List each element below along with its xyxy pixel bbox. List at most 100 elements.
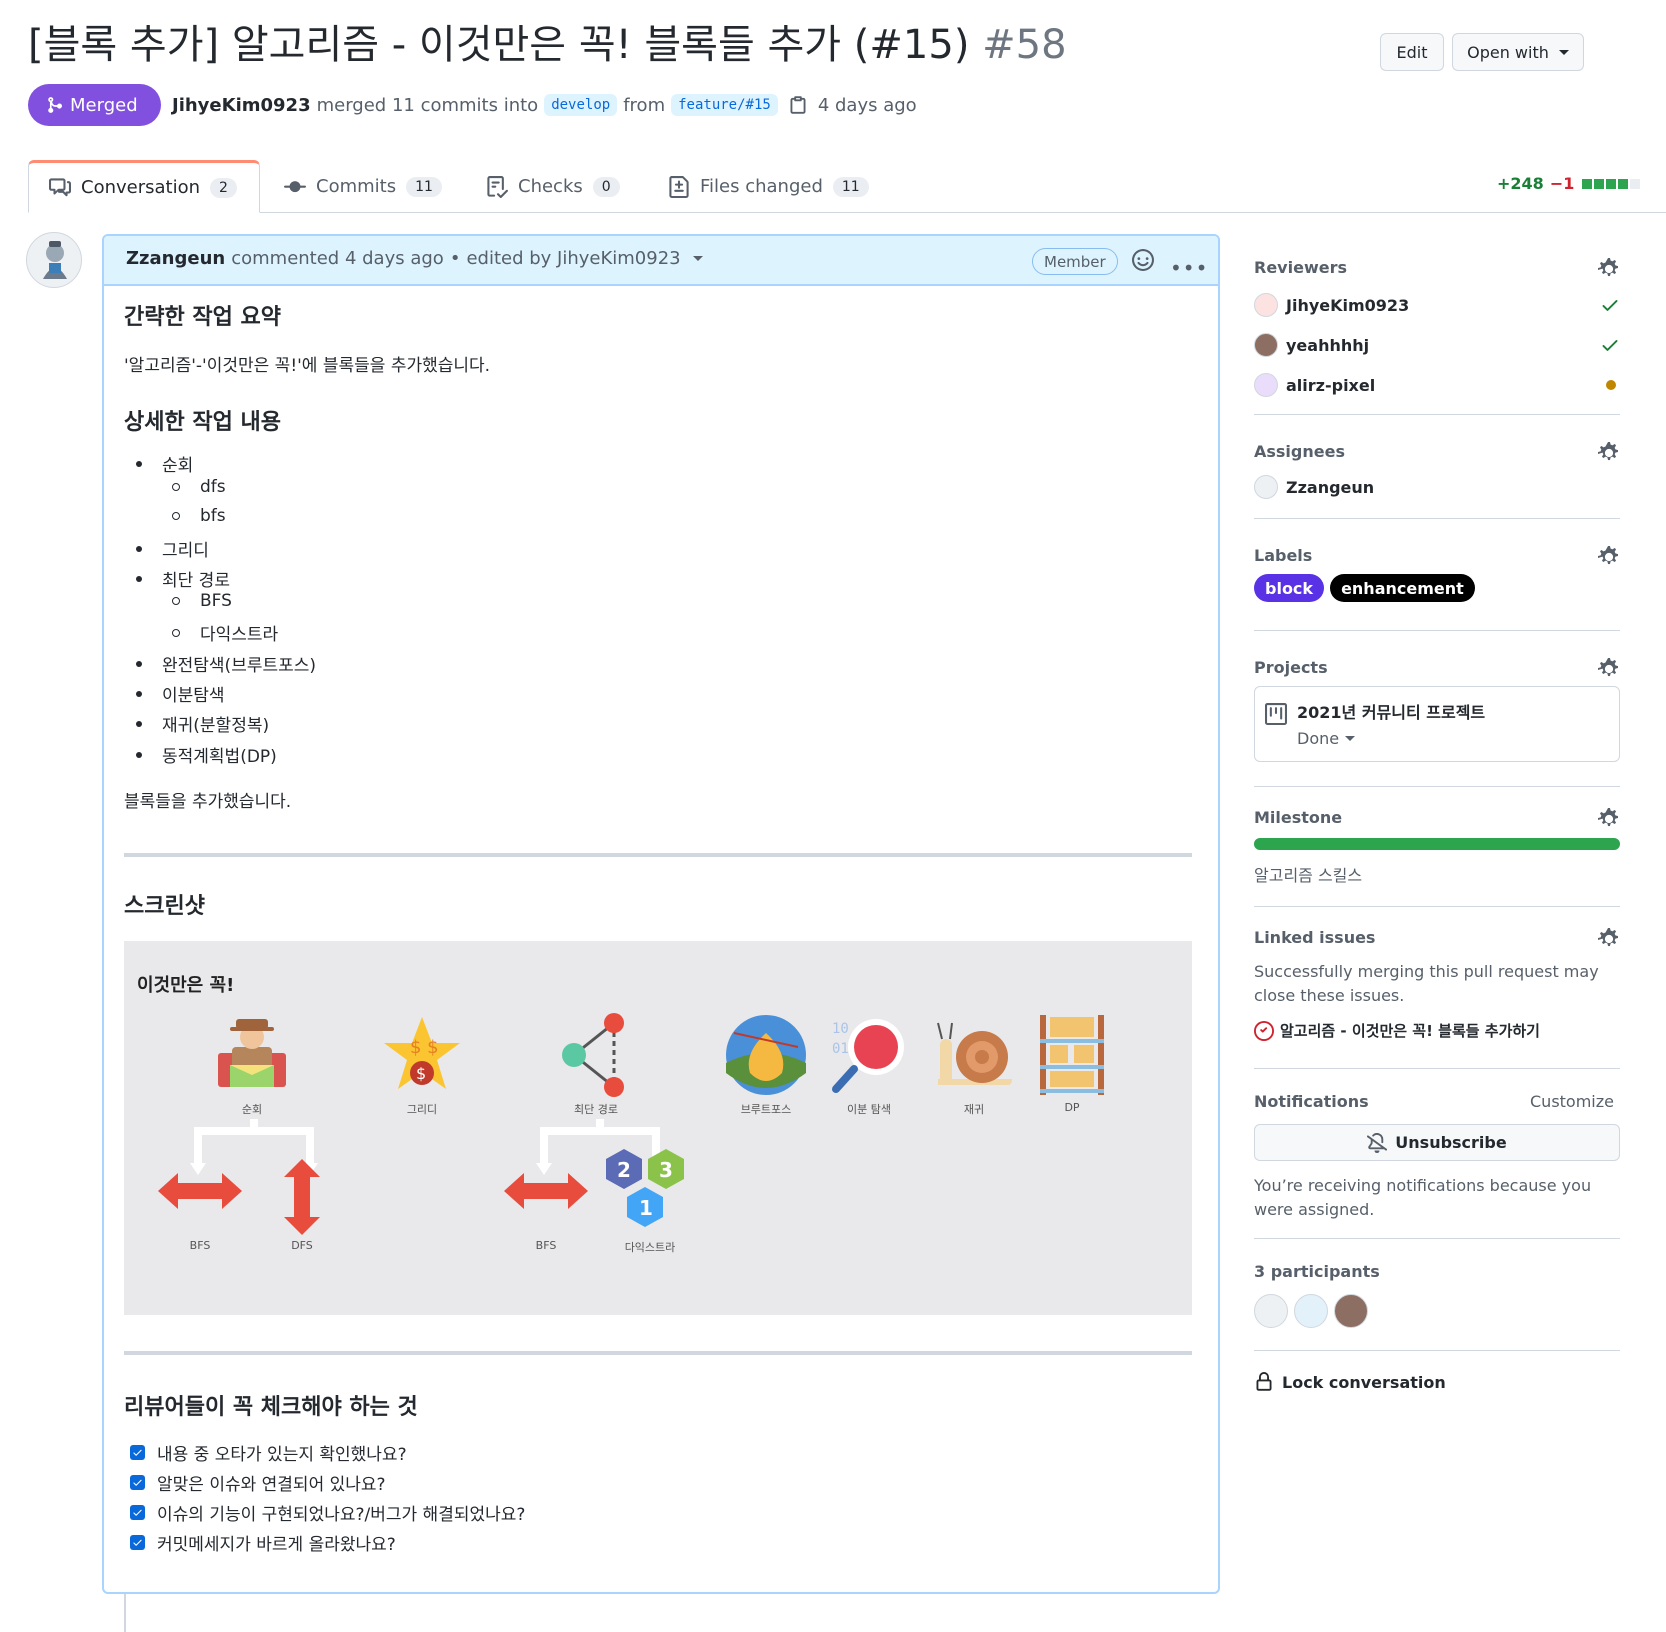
gear-icon[interactable] (1598, 928, 1620, 950)
check-icon (133, 1479, 142, 1486)
projects-heading[interactable]: Projects (1254, 658, 1328, 677)
gear-icon[interactable] (1598, 658, 1620, 680)
bullet-icon (136, 751, 142, 758)
base-branch[interactable]: develop (544, 94, 618, 116)
participant-avatar[interactable] (1334, 1294, 1368, 1328)
list-item: 최단 경로 (136, 566, 230, 591)
head-branch[interactable]: feature/#15 (671, 94, 778, 116)
tab-files-changed[interactable]: Files changed 11 (668, 160, 869, 213)
summary-text: '알고리즘'-'이것만은 꼭!'에 블록들을 추가했습니다. (124, 356, 491, 376)
smiley-icon[interactable] (1132, 249, 1154, 271)
circle-bullet-icon (172, 512, 180, 520)
checkbox-checked[interactable] (130, 1475, 145, 1490)
reviewer-item[interactable]: alirz-pixel (1254, 372, 1375, 398)
list-item-text: dfs (200, 477, 226, 497)
gear-icon[interactable] (1598, 258, 1620, 280)
diffstat-bar (1580, 178, 1641, 189)
edit-history-dropdown[interactable]: edited by JihyeKim0923 (466, 248, 680, 269)
reviewer-name: JihyeKim0923 (1286, 295, 1410, 315)
list-item-text: 동적계획법(DP) (162, 747, 277, 767)
unsubscribe-button[interactable]: Unsubscribe (1254, 1124, 1620, 1161)
list-item: 재귀(분할정복) (136, 711, 269, 736)
edit-button[interactable]: Edit (1380, 33, 1444, 71)
merge-summary: JihyeKim0923 merged 11 commits into deve… (172, 88, 917, 122)
issue-closed-icon (1254, 1020, 1274, 1041)
project-status-dropdown[interactable]: Done (1297, 729, 1356, 748)
label-block[interactable]: block (1254, 574, 1325, 602)
reviewers-heading[interactable]: Reviewers (1254, 258, 1347, 277)
tab-checks[interactable]: Checks 0 (486, 160, 620, 213)
customize-link[interactable]: Customize (1530, 1092, 1614, 1111)
assignee-item[interactable]: Zzangeun (1254, 474, 1374, 500)
comment-author-link[interactable]: Zzangeun (126, 248, 225, 269)
participant-avatar[interactable] (1254, 1294, 1288, 1328)
shot-label-bfs-1: BFS (189, 1239, 211, 1252)
label-enhancement[interactable]: enhancement (1330, 574, 1475, 602)
check-icon (1602, 340, 1618, 351)
linked-issue-title: 알고리즘 - 이것만은 꼭! 블록들 추가하기 (1280, 1022, 1540, 1040)
lock-conversation-label: Lock conversation (1282, 1372, 1446, 1392)
linked-issues-desc-1: Successfully merging this pull request m… (1254, 962, 1599, 981)
sidebar-divider (1254, 1068, 1620, 1069)
tab-files-changed-count: 11 (832, 176, 869, 197)
list-item-text: BFS (200, 591, 232, 611)
shot-label-traverse: 순회 (241, 1103, 263, 1116)
caret-down-icon[interactable] (692, 256, 703, 261)
screenshot-image[interactable]: 이것만은 꼭! 순회 $ $ $ 그리디 최단 경로 브루트포스 10 01 이… (124, 941, 1192, 1315)
linked-issues-heading[interactable]: Linked issues (1254, 928, 1375, 947)
checklist-item: 알맞은 이슈와 연결되어 있나요? (130, 1470, 386, 1495)
bell-slash-icon (1367, 1132, 1388, 1153)
member-badge-label: Member (1044, 252, 1106, 271)
milestone-link[interactable]: 알고리즘 스킬스 (1254, 862, 1362, 886)
checkbox-checked[interactable] (130, 1505, 145, 1520)
copy-icon[interactable] (788, 95, 808, 115)
shot-label-bfs-2: BFS (535, 1239, 557, 1252)
labels-heading[interactable]: Labels (1254, 546, 1312, 565)
list-item-text: 재귀(분할정복) (162, 716, 270, 736)
avatar (1254, 293, 1278, 317)
linked-issue-item[interactable]: 알고리즘 - 이것만은 꼭! 블록들 추가하기 (1254, 1020, 1540, 1041)
hexagon-numbers-icon: 2 3 1 (606, 1149, 684, 1227)
participant-avatar[interactable] (1294, 1294, 1328, 1328)
assignee-name: Zzangeun (1286, 477, 1375, 497)
comment-discussion-icon (49, 177, 71, 196)
checkbox-checked[interactable] (130, 1535, 145, 1550)
tab-checks-count: 0 (592, 176, 620, 197)
milestone-heading[interactable]: Milestone (1254, 808, 1342, 827)
caret-down-icon (1558, 49, 1569, 55)
pr-number: #58 (982, 22, 1067, 68)
tab-commits[interactable]: Commits 11 (284, 160, 442, 213)
comment-author-avatar[interactable] (26, 232, 82, 288)
list-item: bfs (172, 506, 226, 526)
open-with-button[interactable]: Open with (1452, 33, 1584, 71)
sidebar-divider (1254, 518, 1620, 519)
project-name[interactable]: 2021년 커뮤니티 프로젝트 (1297, 699, 1485, 723)
reviewer-name: alirz-pixel (1286, 375, 1376, 395)
checklist-icon (487, 175, 508, 198)
reviewer-item[interactable]: JihyeKim0923 (1254, 292, 1409, 318)
commit-icon (284, 180, 306, 192)
lock-conversation-link[interactable]: Lock conversation (1254, 1372, 1446, 1392)
project-card[interactable]: 2021년 커뮤니티 프로젝트 Done (1254, 686, 1620, 762)
gear-icon[interactable] (1598, 808, 1620, 830)
bullet-icon (136, 575, 142, 582)
svg-text:3: 3 (659, 1158, 673, 1182)
checkbox-checked[interactable] (130, 1445, 145, 1460)
comment-time[interactable]: commented 4 days ago (231, 248, 444, 269)
list-item-text: bfs (200, 506, 226, 526)
assignees-heading[interactable]: Assignees (1254, 442, 1345, 461)
diffstat: +248 −1 (1497, 174, 1641, 193)
sidebar-divider (1254, 1238, 1620, 1239)
gear-icon[interactable] (1598, 546, 1620, 568)
list-item: 완전탐색(브루트포스) (136, 651, 316, 676)
kebab-horizontal-icon[interactable]: ••• (1170, 256, 1208, 280)
svg-text:2: 2 (617, 1158, 631, 1182)
diffstat-deletions: −1 (1549, 174, 1575, 193)
tab-conversation[interactable]: Conversation 2 (28, 160, 260, 213)
sidebar-divider (1254, 786, 1620, 787)
pr-author-link[interactable]: JihyeKim0923 (172, 95, 311, 116)
check-icon (1602, 300, 1618, 311)
closing-text: 블록들을 추가했습니다. (124, 792, 292, 812)
gear-icon[interactable] (1598, 442, 1620, 464)
reviewer-item[interactable]: yeahhhhj (1254, 332, 1369, 358)
